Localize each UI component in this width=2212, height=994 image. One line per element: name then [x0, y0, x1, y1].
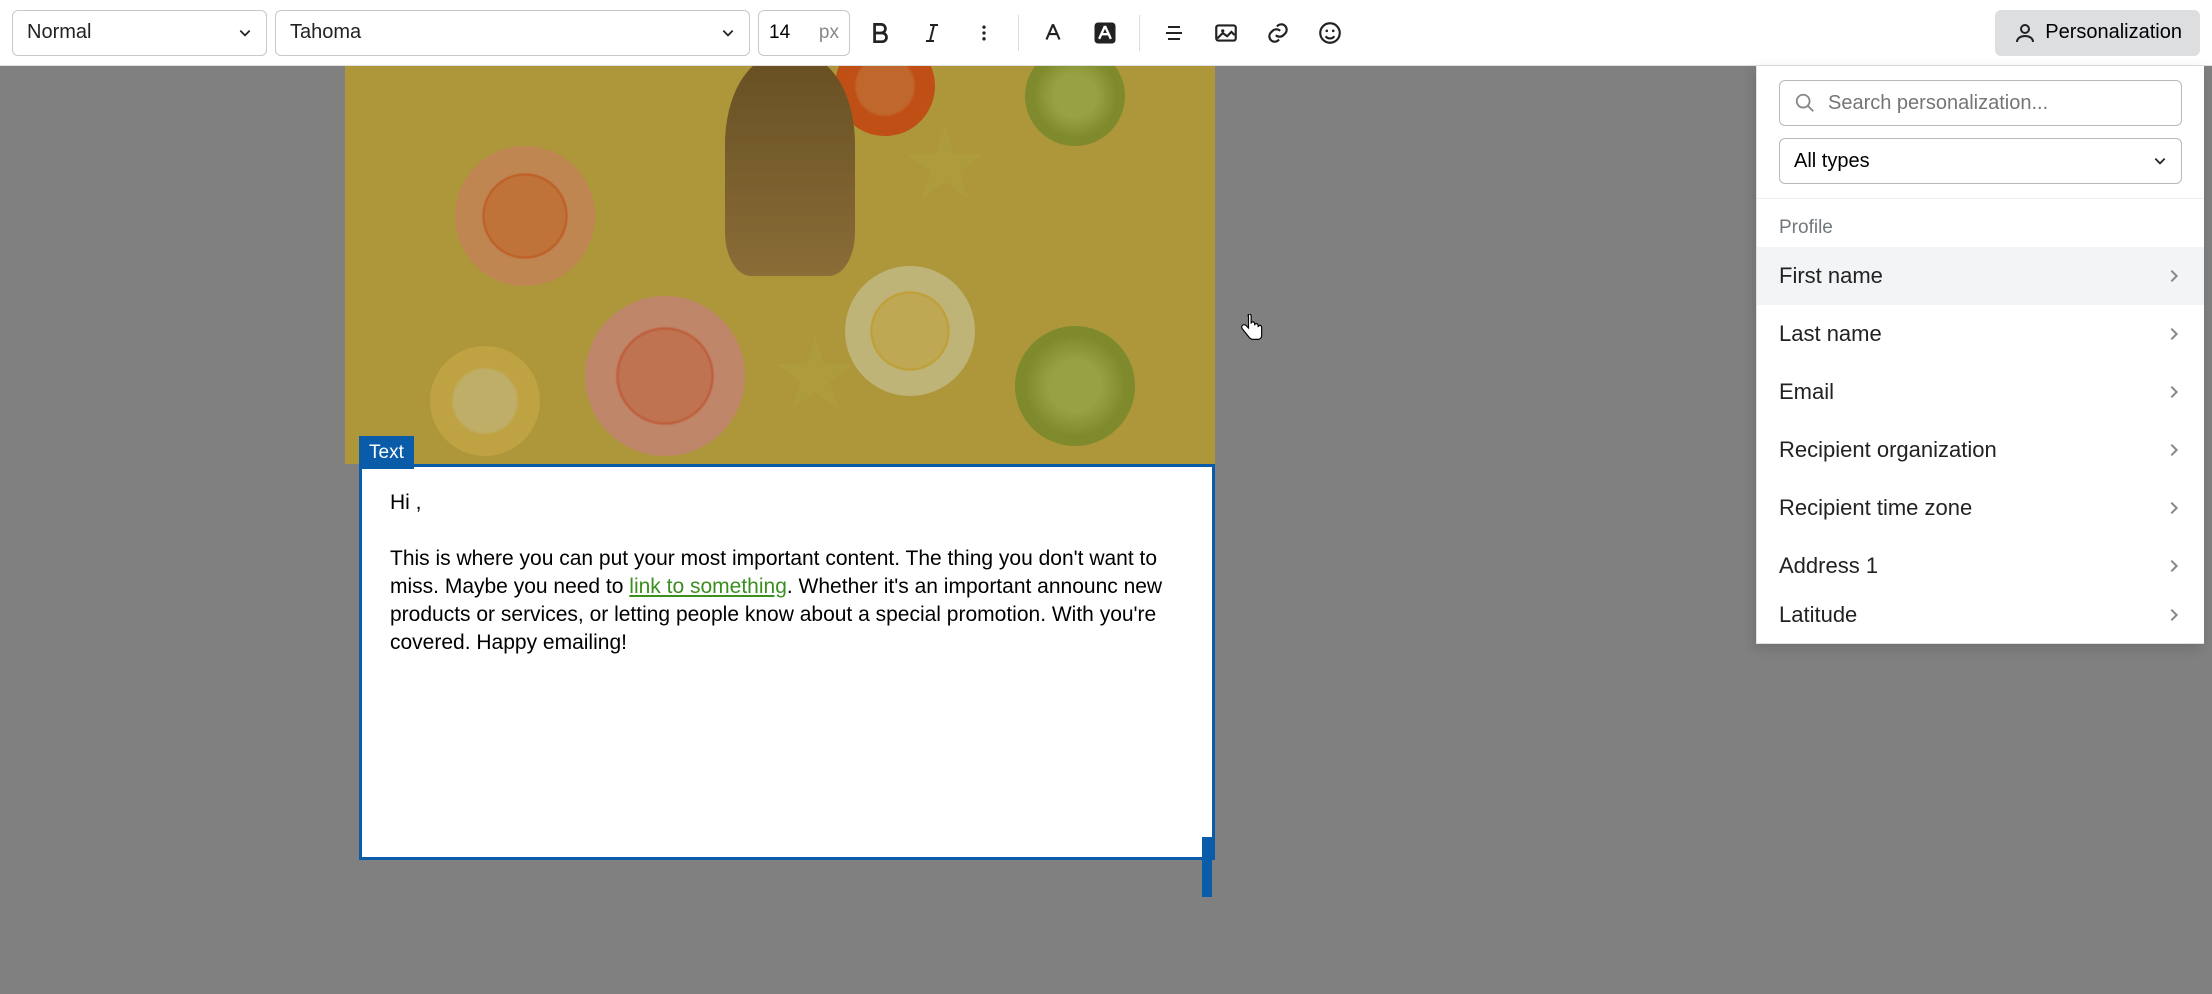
separator	[1018, 15, 1019, 51]
personalization-item-email[interactable]: Email	[1757, 363, 2204, 421]
font-family-value: Tahoma	[290, 21, 361, 44]
personalization-item-address-1[interactable]: Address 1	[1757, 537, 2204, 595]
emoji-button[interactable]	[1308, 11, 1352, 55]
personalization-button[interactable]: Personalization	[1995, 10, 2200, 56]
font-size-unit: px	[819, 22, 839, 44]
text-content-block[interactable]: Text Hi , This is where you can put your…	[359, 464, 1215, 860]
personalization-label: Personalization	[2045, 21, 2182, 44]
text-color-button[interactable]	[1031, 11, 1075, 55]
item-label: Recipient organization	[1779, 437, 1997, 463]
selection-handle[interactable]	[1202, 837, 1212, 897]
editor-canvas: Text Hi , This is where you can put your…	[0, 66, 2212, 994]
personalization-item-recipient-tz[interactable]: Recipient time zone	[1757, 479, 2204, 537]
type-filter-value: All types	[1794, 150, 1870, 173]
item-label: Latitude	[1779, 602, 1857, 628]
chevron-right-icon	[2166, 384, 2182, 400]
italic-icon	[920, 21, 944, 45]
separator	[1139, 15, 1140, 51]
emoji-icon	[1317, 20, 1343, 46]
personalization-panel: All types Profile First name Last name E…	[1756, 66, 2204, 644]
align-icon	[1162, 21, 1186, 45]
chevron-right-icon	[2166, 607, 2182, 623]
more-formatting-button[interactable]	[962, 11, 1006, 55]
body-link[interactable]: link to something	[629, 575, 787, 598]
font-family-select[interactable]: Tahoma	[275, 10, 750, 56]
email-preview: Text Hi , This is where you can put your…	[345, 66, 1215, 860]
greeting-line: Hi ,	[390, 489, 1184, 517]
chevron-right-icon	[2166, 500, 2182, 516]
hero-image[interactable]	[345, 66, 1215, 464]
section-label-profile: Profile	[1757, 198, 2204, 247]
highlight-icon	[1091, 19, 1119, 47]
bold-icon	[867, 20, 893, 46]
personalization-item-latitude[interactable]: Latitude	[1757, 595, 2204, 635]
personalization-item-last-name[interactable]: Last name	[1757, 305, 2204, 363]
link-button[interactable]	[1256, 11, 1300, 55]
text-color-icon	[1040, 20, 1066, 46]
chevron-down-icon	[2153, 154, 2167, 168]
item-label: Last name	[1779, 321, 1882, 347]
pointer-cursor-icon	[1239, 314, 1265, 342]
highlight-color-button[interactable]	[1083, 11, 1127, 55]
font-size-value: 14	[769, 22, 790, 44]
personalization-item-recipient-org[interactable]: Recipient organization	[1757, 421, 2204, 479]
search-personalization-input[interactable]	[1828, 92, 2167, 115]
paragraph-style-value: Normal	[27, 21, 91, 44]
editor-toolbar: Normal Tahoma 14 px Personalization	[0, 0, 2212, 66]
type-filter-select[interactable]: All types	[1779, 138, 2182, 184]
search-container	[1779, 80, 2182, 126]
item-label: Recipient time zone	[1779, 495, 1972, 521]
italic-button[interactable]	[910, 11, 954, 55]
chevron-down-icon	[721, 26, 735, 40]
bold-button[interactable]	[858, 11, 902, 55]
item-label: Address 1	[1779, 553, 1878, 579]
image-button[interactable]	[1204, 11, 1248, 55]
align-button[interactable]	[1152, 11, 1196, 55]
personalization-item-first-name[interactable]: First name	[1757, 247, 2204, 305]
search-input-wrap[interactable]	[1779, 80, 2182, 126]
image-icon	[1213, 20, 1239, 46]
font-size-input[interactable]: 14 px	[758, 10, 850, 56]
item-label: Email	[1779, 379, 1834, 405]
paragraph-style-select[interactable]: Normal	[12, 10, 267, 56]
chevron-right-icon	[2166, 442, 2182, 458]
block-type-tag: Text	[359, 436, 414, 469]
link-icon	[1265, 20, 1291, 46]
item-label: First name	[1779, 263, 1883, 289]
search-icon	[1794, 92, 1816, 114]
chevron-down-icon	[238, 26, 252, 40]
body-paragraph: This is where you can put your most impo…	[390, 545, 1184, 657]
chevron-right-icon	[2166, 268, 2182, 284]
kebab-icon	[974, 23, 994, 43]
chevron-right-icon	[2166, 558, 2182, 574]
person-icon	[2013, 21, 2037, 45]
chevron-right-icon	[2166, 326, 2182, 342]
